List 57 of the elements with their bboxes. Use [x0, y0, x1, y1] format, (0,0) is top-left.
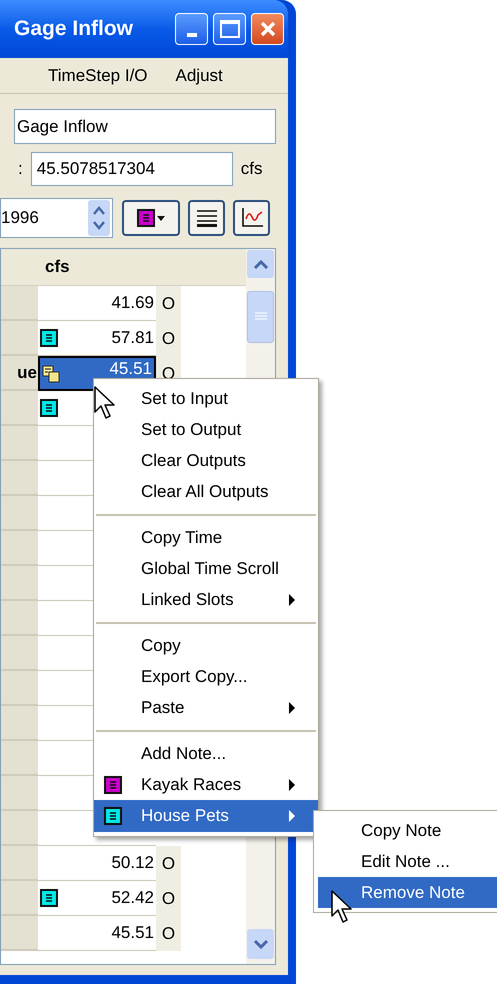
note-dropdown-button[interactable]	[122, 200, 180, 236]
flag-cell: O	[156, 286, 181, 321]
menu-item[interactable]: Edit Note ...	[318, 846, 497, 877]
scroll-up-button[interactable]	[247, 250, 274, 278]
value-field[interactable]: 45.5078517304	[30, 152, 233, 186]
submenu-arrow-icon	[288, 592, 296, 606]
list-button[interactable]	[188, 200, 225, 236]
row-header	[1, 916, 38, 951]
row-header	[1, 881, 38, 916]
flag-cell: O	[156, 321, 181, 356]
spin-arrows-icon	[93, 205, 105, 231]
spin-buttons[interactable]	[88, 200, 110, 236]
menu-item[interactable]: Global Time Scroll	[94, 553, 318, 584]
maximize-button[interactable]	[213, 13, 246, 45]
close-button[interactable]	[251, 13, 284, 45]
menu-item[interactable]: Copy	[94, 630, 318, 661]
maximize-icon	[220, 20, 240, 38]
menu-bar-item[interactable]: Adjust	[176, 62, 223, 88]
column-header[interactable]: cfs	[45, 254, 181, 280]
menu-item[interactable]: Add Note...	[94, 738, 318, 769]
row-header	[1, 846, 38, 881]
menu-item[interactable]: Set to Output	[94, 414, 318, 445]
menu-item[interactable]: House Pets	[94, 800, 318, 832]
scrollbar-thumb[interactable]	[247, 291, 274, 343]
minimize-button[interactable]	[175, 13, 208, 45]
note-icon	[137, 209, 155, 227]
flag-cell: O	[156, 846, 181, 881]
flag-cell: O	[156, 916, 181, 951]
window-title: Gage Inflow	[14, 16, 134, 42]
field-label: :	[18, 158, 23, 180]
date-spin-field[interactable]: 1996	[0, 198, 113, 238]
lines-icon	[196, 209, 218, 227]
menu-item[interactable]: Clear All Outputs	[94, 476, 318, 507]
menu-item[interactable]: Export Copy...	[94, 661, 318, 692]
minimize-icon	[186, 33, 196, 37]
menu-item[interactable]: Paste	[94, 692, 318, 723]
chart-icon	[240, 207, 264, 229]
scroll-down-button[interactable]	[247, 929, 274, 959]
menu-item[interactable]: Kayak Races	[94, 769, 318, 800]
grip-icon	[254, 312, 266, 322]
menu-item[interactable]: Copy Note	[318, 815, 497, 846]
menu-item[interactable]: Remove Note	[318, 877, 497, 908]
row-header: ue	[1, 356, 38, 391]
close-icon	[258, 20, 276, 38]
menu-item[interactable]: Linked Slots	[94, 584, 318, 615]
caret-icon	[157, 216, 165, 220]
chart-button[interactable]	[233, 200, 270, 236]
submenu-arrow-icon	[288, 809, 296, 823]
submenu-arrow-icon	[288, 700, 296, 714]
menu-bar-item[interactable]: TimeStep I/O	[48, 62, 148, 88]
menu-item[interactable]: Clear Outputs	[94, 445, 318, 476]
unit-label: cfs	[240, 158, 262, 180]
name-field[interactable]: Gage Inflow	[14, 109, 276, 144]
submenu-arrow-icon	[288, 778, 296, 792]
row-header	[1, 321, 38, 356]
menu-item[interactable]: Copy Time	[94, 522, 318, 553]
flag-cell: O	[156, 881, 181, 916]
